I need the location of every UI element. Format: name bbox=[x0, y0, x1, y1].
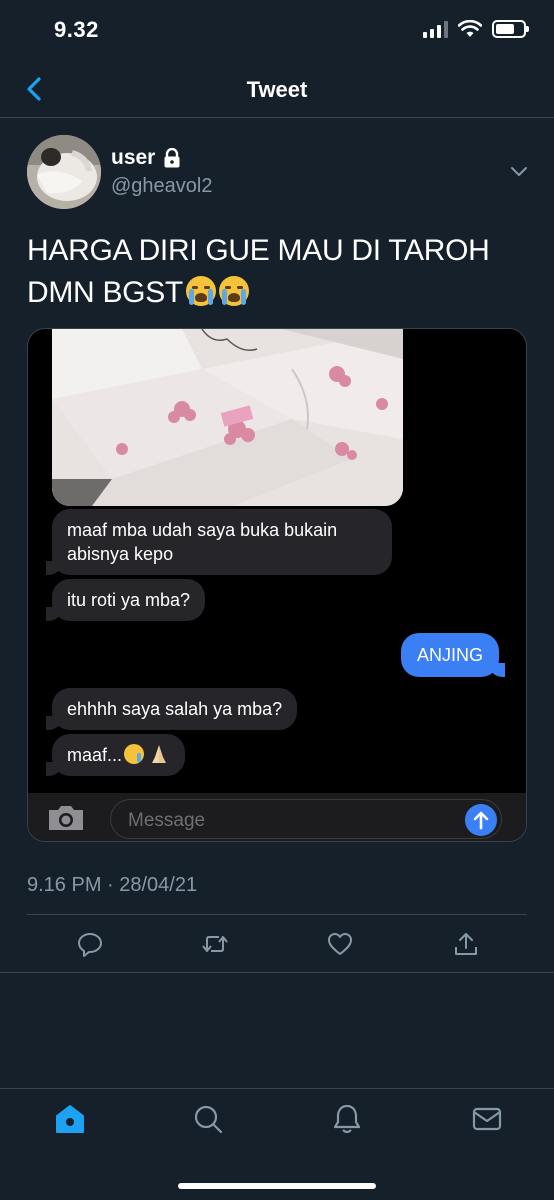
lock-icon bbox=[164, 148, 180, 168]
mail-icon[interactable] bbox=[471, 1103, 503, 1135]
reply-icon[interactable] bbox=[76, 930, 104, 958]
compose-bar: Message bbox=[28, 793, 526, 841]
arrow-up-icon bbox=[473, 811, 489, 830]
home-icon[interactable] bbox=[54, 1103, 86, 1135]
avatar[interactable] bbox=[27, 135, 101, 209]
tweet-text: HARGA DIRI GUE MAU DI TAROH DMN BGST bbox=[27, 230, 527, 314]
search-icon[interactable] bbox=[192, 1103, 224, 1135]
message-text: maaf mba udah saya buka bukain bbox=[67, 520, 338, 540]
message-input[interactable]: Message bbox=[110, 799, 502, 839]
message-bubble-received: maaf mba udah saya buka bukain abisnya k… bbox=[46, 509, 392, 575]
user-handle[interactable]: @gheavol2 bbox=[111, 175, 212, 198]
tweet-timestamp[interactable]: 9.16 PM · 28/04/21 bbox=[27, 874, 197, 897]
camera-icon[interactable] bbox=[46, 803, 86, 833]
message-text: ANJING bbox=[417, 645, 484, 665]
status-bar: 9.32 bbox=[0, 0, 554, 60]
send-button[interactable] bbox=[465, 804, 497, 836]
home-indicator bbox=[178, 1183, 376, 1189]
like-icon[interactable] bbox=[326, 930, 354, 958]
nav-bar: Tweet bbox=[0, 60, 554, 118]
tweet-media[interactable]: maaf mba udah saya buka bukain abisnya k… bbox=[27, 328, 527, 842]
tweet-text-line-2: DMN BGST bbox=[27, 272, 527, 314]
tweet-text-line: HARGA DIRI GUE MAU DI TAROH bbox=[27, 234, 490, 267]
tweet-text-line-2-text: DMN BGST bbox=[27, 276, 183, 309]
bell-icon[interactable] bbox=[331, 1103, 363, 1135]
display-name[interactable]: user bbox=[111, 146, 155, 170]
loudly-crying-emoji-icon bbox=[185, 276, 216, 306]
chevron-down-icon[interactable] bbox=[506, 160, 532, 182]
user-block[interactable]: user @gheavol2 bbox=[111, 145, 212, 198]
message-text: itu roti ya mba? bbox=[67, 590, 191, 610]
photo-message bbox=[52, 329, 403, 506]
page-title: Tweet bbox=[246, 77, 308, 102]
tweet-actions bbox=[0, 918, 554, 972]
loudly-crying-emoji-icon bbox=[218, 276, 249, 306]
message-bubble-received: maaf... bbox=[45, 734, 186, 776]
message-bubble-received: ehhhh saya salah ya mba? bbox=[45, 688, 298, 730]
divider bbox=[0, 972, 554, 973]
crying-face-emoji-icon bbox=[124, 744, 145, 764]
share-icon[interactable] bbox=[452, 930, 480, 958]
message-text: maaf... bbox=[67, 745, 123, 765]
message-text: ehhhh saya salah ya mba? bbox=[67, 699, 283, 719]
message-bubble-received: itu roti ya mba? bbox=[45, 579, 206, 621]
message-placeholder: Message bbox=[128, 810, 206, 831]
wifi-icon bbox=[458, 20, 482, 37]
status-time: 9.32 bbox=[54, 17, 99, 42]
battery-icon bbox=[492, 20, 529, 38]
signal-icon bbox=[423, 20, 448, 38]
folded-hands-emoji-icon bbox=[152, 745, 167, 763]
status-icons bbox=[423, 20, 529, 38]
retweet-icon[interactable] bbox=[201, 930, 229, 958]
message-bubble-sent: ANJING bbox=[401, 633, 506, 677]
divider bbox=[27, 914, 527, 915]
message-text: abisnya kepo bbox=[67, 544, 174, 564]
